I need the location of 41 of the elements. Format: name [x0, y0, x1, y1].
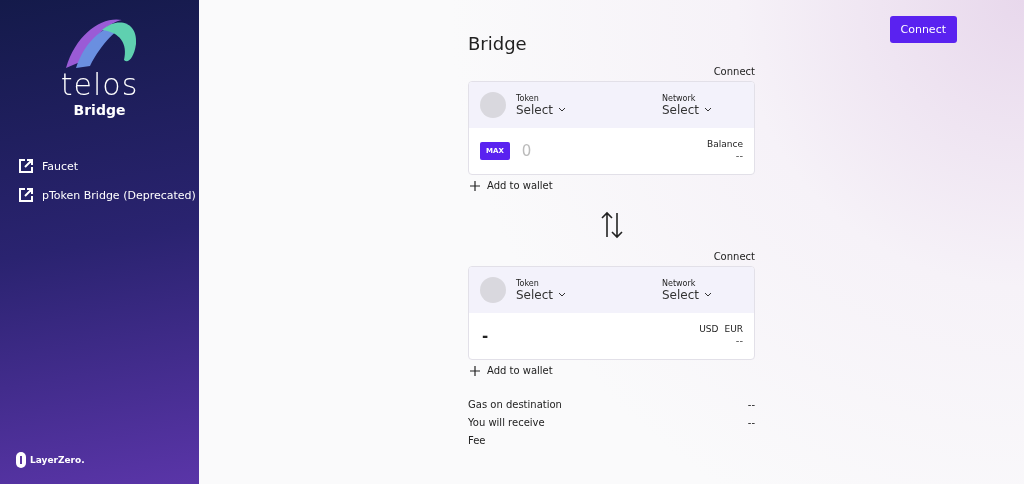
network-select[interactable]: Select [662, 102, 713, 117]
summary-label: Gas on destination [468, 398, 562, 411]
footer-brand: LayerZero. [30, 455, 85, 465]
add-to-wallet-link[interactable]: Add to wallet [470, 365, 755, 376]
balance-label: Balance [707, 139, 743, 149]
token-select[interactable]: Select [516, 102, 652, 117]
chevron-down-icon [704, 107, 713, 112]
plus-icon [470, 180, 480, 191]
page-title: Bridge [468, 33, 528, 54]
connect-link[interactable]: Connect [713, 66, 755, 77]
logo-wordmark: telos [60, 70, 139, 100]
chevron-down-icon [704, 292, 713, 297]
logo-subtitle: Bridge [73, 102, 126, 118]
add-to-wallet-link[interactable]: Add to wallet [470, 180, 755, 191]
network-select[interactable]: Select [662, 287, 713, 302]
summary-value: -- [747, 398, 755, 411]
currency-toggle[interactable]: EUR [724, 324, 743, 334]
sidebar-link[interactable]: Faucet [18, 158, 199, 174]
token-placeholder-icon [480, 92, 506, 118]
external-link-icon [18, 158, 34, 174]
token-select[interactable]: Select [516, 287, 652, 302]
amount-value: - [482, 327, 489, 345]
field-label: Network [662, 93, 697, 103]
field-label: Network [662, 278, 697, 288]
swap-icon[interactable] [599, 211, 624, 239]
chevron-down-icon [558, 292, 567, 297]
chevron-down-icon [558, 107, 567, 112]
summary-label: You will receive [468, 416, 545, 429]
field-label: Token [516, 93, 540, 103]
field-label: Token [516, 278, 540, 288]
currency-toggle[interactable]: USD [699, 324, 719, 334]
summary-label: Fee [468, 434, 486, 447]
sidebar-link[interactable]: pToken Bridge (Deprecated) [18, 187, 199, 203]
plus-icon [470, 365, 480, 376]
balance-value: -- [735, 149, 743, 163]
connect-link[interactable]: Connect [713, 251, 755, 262]
token-placeholder-icon [480, 277, 506, 303]
connect-button[interactable]: Connect [889, 16, 957, 43]
balance-value: -- [735, 334, 743, 348]
summary-value: -- [747, 416, 755, 429]
external-link-icon [18, 187, 34, 203]
